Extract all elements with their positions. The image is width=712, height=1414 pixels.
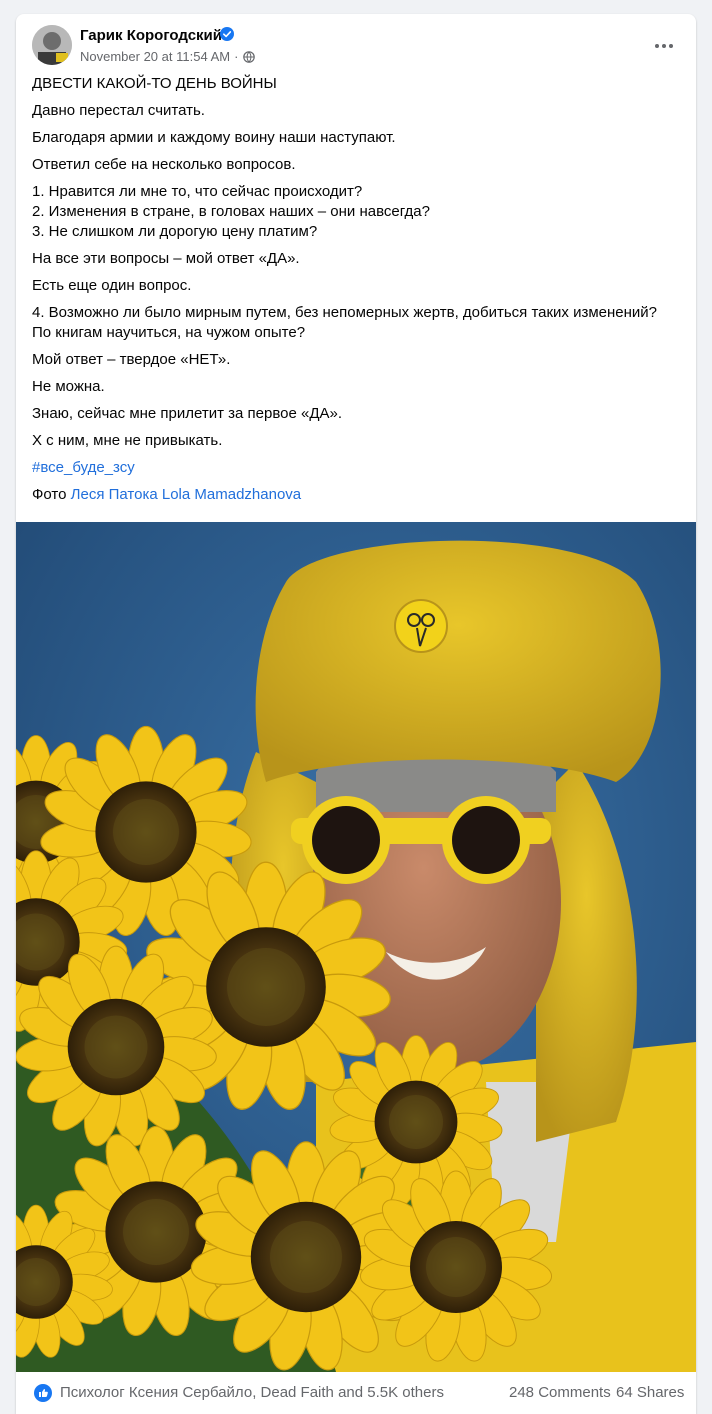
more-dot (669, 44, 673, 48)
question-four-line1: 4. Возможно ли было мирным путем, без не… (32, 304, 658, 321)
post-meta: November 20 at 11:54 AM · (80, 49, 256, 64)
post-card: Гарик Корогодский November 20 at 11:54 A… (16, 14, 696, 1414)
hashtag-line: #все_буде_зсу (32, 458, 682, 478)
more-dot (662, 44, 666, 48)
more-options-icon (655, 44, 659, 48)
like-reaction-icon[interactable] (34, 1384, 52, 1402)
question-list: 1. Нравится ли мне то, что сейчас происх… (32, 182, 682, 242)
shares-count[interactable]: 64 Shares (616, 1384, 684, 1401)
post-text: ДВЕСТИ КАКОЙ-ТО ДЕНЬ ВОЙНЫ Давно переста… (32, 74, 682, 512)
more-options-button[interactable] (646, 28, 682, 64)
paragraph: Давно перестал считать. (32, 102, 205, 119)
portrait-with-sunflowers-image (16, 522, 696, 1372)
author-avatar[interactable] (32, 25, 72, 65)
question-item: 1. Нравится ли мне то, что сейчас происх… (32, 183, 363, 200)
paragraph: Ответил себе на несколько вопросов. (32, 156, 296, 173)
question-item: 3. Не слишком ли дорогую цену платим? (32, 223, 318, 240)
ne-mozhna: Не можна. (32, 378, 105, 395)
answer-yes: На все эти вопросы – мой ответ «ДА». (32, 250, 300, 267)
one-more-question: Есть еще один вопрос. (32, 277, 192, 294)
znayu-text: Знаю, сейчас мне прилетит за первое «ДА»… (32, 405, 343, 422)
photo-label: Фото (32, 486, 67, 503)
x-s-nim-text: Х с ним, мне не привыкать. (32, 432, 223, 449)
hashtag-link[interactable]: #все_буде_зсу (32, 459, 135, 476)
author-name[interactable]: Гарик Корогодский (80, 27, 222, 44)
photo-credit-link-2[interactable]: Lola Mamadzhanova (162, 486, 301, 503)
post-footer: Психолог Ксения Сербайло, Dead Faith and… (16, 1372, 696, 1414)
paragraph: Благодаря армии и каждому воину наши нас… (32, 129, 396, 146)
post-timestamp[interactable]: November 20 at 11:54 AM (80, 49, 230, 64)
post-photo[interactable] (16, 522, 696, 1372)
answer-no: Мой ответ – твердое «НЕТ». (32, 351, 231, 368)
photo-credit-link-1[interactable]: Леся Патока (71, 486, 158, 503)
globe-icon (243, 50, 256, 63)
verified-badge-icon (220, 27, 234, 41)
question-item: 2. Изменения в стране, в головах наших –… (32, 203, 430, 220)
comments-count[interactable]: 248 Comments (509, 1384, 611, 1401)
post-title: ДВЕСТИ КАКОЙ-ТО ДЕНЬ ВОЙНЫ (32, 75, 277, 92)
question-four-line2: По книгам научиться, на чужом опыте? (32, 324, 306, 341)
question-four: 4. Возможно ли было мирным путем, без не… (32, 303, 682, 343)
post-header: Гарик Корогодский November 20 at 11:54 A… (16, 14, 696, 70)
photo-credit-line: Фото Леся Патока Lola Mamadzhanova (32, 485, 682, 505)
reactions-summary[interactable]: Психолог Ксения Сербайло, Dead Faith and… (60, 1384, 444, 1401)
meta-separator: · (234, 49, 239, 64)
